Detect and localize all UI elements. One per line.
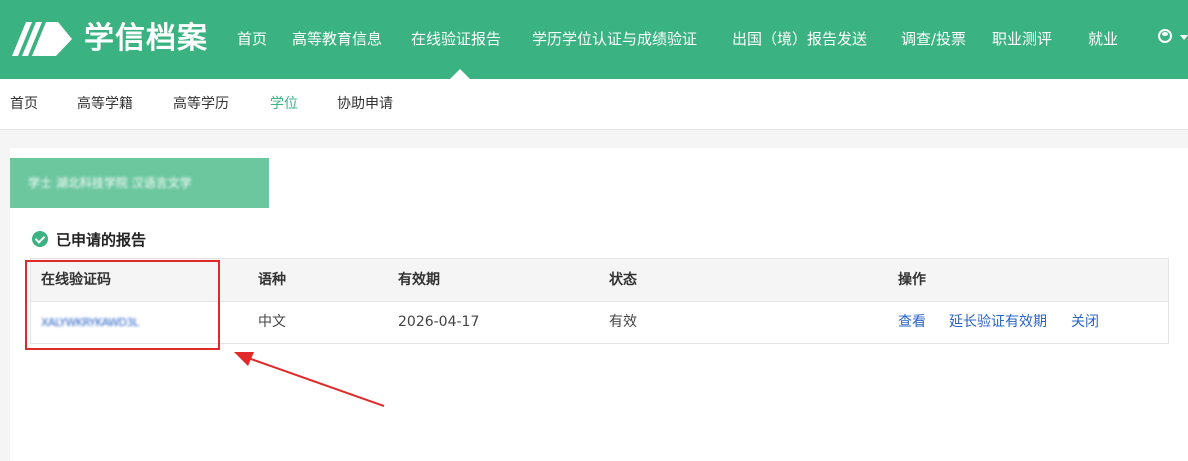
- expiry-cell: 2026-04-17: [398, 314, 480, 330]
- user-icon[interactable]: [1158, 29, 1172, 43]
- extend-validity-link[interactable]: 延长验证有效期: [949, 301, 1047, 344]
- student-degree-label: 学士 湖北科技学院 汉语言文学: [28, 176, 192, 190]
- section-title: 已申请的报告: [32, 229, 146, 249]
- subnav-home[interactable]: 首页: [10, 79, 38, 129]
- nav-degree-certification[interactable]: 学历学位认证与成绩验证: [532, 0, 697, 79]
- header-actions: 操作: [898, 272, 926, 288]
- subnav-education[interactable]: 高等学历: [173, 79, 229, 129]
- logo-stripes-icon: [12, 22, 72, 56]
- view-link[interactable]: 查看: [898, 301, 926, 344]
- header-expiry: 有效期: [398, 272, 440, 288]
- nav-career-test[interactable]: 职业测评: [992, 0, 1052, 79]
- sub-nav: 首页 高等学籍 高等学历 学位 协助申请: [0, 79, 1188, 130]
- check-circle-icon: [32, 231, 48, 247]
- active-nav-caret: [450, 69, 470, 79]
- annotation-arrow-icon: [234, 352, 385, 407]
- nav-overseas-report[interactable]: 出国（境）报告发送: [732, 0, 867, 79]
- subnav-degree[interactable]: 学位: [270, 79, 298, 129]
- brand-logo[interactable]: 学信档案: [12, 16, 208, 62]
- nav-home[interactable]: 首页: [237, 0, 267, 79]
- nav-survey[interactable]: 调查/投票: [901, 0, 966, 79]
- subnav-enrollment[interactable]: 高等学籍: [77, 79, 133, 129]
- nav-online-verification[interactable]: 在线验证报告: [411, 0, 501, 79]
- close-link[interactable]: 关闭: [1071, 301, 1099, 344]
- nav-employment[interactable]: 就业: [1088, 0, 1118, 79]
- language-cell: 中文: [258, 314, 286, 330]
- subnav-assist-apply[interactable]: 协助申请: [337, 79, 393, 129]
- brand-title: 学信档案: [84, 21, 208, 56]
- section-title-text: 已申请的报告: [56, 230, 147, 249]
- status-cell: 有效: [609, 314, 637, 330]
- highlight-box: [25, 260, 220, 350]
- chevron-down-icon[interactable]: [1180, 35, 1188, 40]
- top-navbar: 学信档案 首页 高等教育信息 在线验证报告 学历学位认证与成绩验证 出国（境）报…: [0, 0, 1188, 79]
- header-language: 语种: [258, 272, 286, 288]
- header-status: 状态: [609, 272, 637, 288]
- nav-higher-education[interactable]: 高等教育信息: [292, 0, 382, 79]
- student-degree-banner[interactable]: 学士 湖北科技学院 汉语言文学: [10, 158, 269, 208]
